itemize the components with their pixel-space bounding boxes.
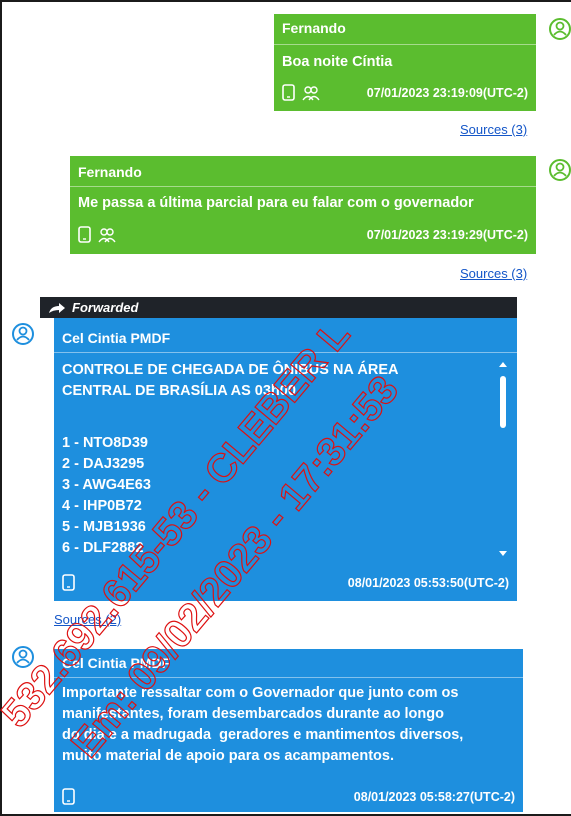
message-line: muito material de apoio para os acampame… <box>62 748 394 764</box>
group-icon <box>302 85 320 100</box>
message-sender: Fernando <box>282 20 346 36</box>
message-sender: Cel Cintia PMDF <box>62 330 171 346</box>
sources-link[interactable]: Sources (3) <box>460 266 527 281</box>
phone-icon <box>78 226 91 243</box>
phone-icon <box>282 84 295 101</box>
forwarded-label: Forwarded <box>72 300 139 315</box>
message-bubble-outgoing[interactable]: Fernando Me passa a última parcial para … <box>70 156 536 254</box>
message-line: Importante ressaltar com o Governador qu… <box>62 685 459 701</box>
avatar-icon <box>12 646 34 668</box>
message-line: 6 - DLF2882 <box>62 540 144 556</box>
forwarded-bar: Forwarded <box>40 297 517 318</box>
scroll-down-icon[interactable] <box>498 550 508 558</box>
group-icon <box>98 227 116 242</box>
message-timestamp: 08/01/2023 05:53:50(UTC-2) <box>347 575 509 590</box>
message-text-scroll: CONTROLE DE CHEGADA DE ÔNIBUS NA ÁREA CE… <box>62 360 482 570</box>
message-timestamp: 07/01/2023 23:19:09(UTC-2) <box>366 85 528 100</box>
message-line: 2 - DAJ3295 <box>62 456 145 472</box>
sources-link[interactable]: Sources (3) <box>460 122 527 137</box>
message-line: do dia e a madrugada geradores e mantime… <box>62 727 464 743</box>
forward-arrow-icon <box>49 302 65 313</box>
phone-icon <box>62 574 75 591</box>
message-sender: Fernando <box>78 164 142 180</box>
message-line: CONTROLE DE CHEGADA DE ÔNIBUS NA ÁREA <box>62 362 399 378</box>
message-line: 5 - MJB1936 <box>62 519 146 535</box>
message-line: 4 - IHP0B72 <box>62 498 142 514</box>
scroll-up-icon[interactable] <box>498 360 508 368</box>
message-text: Me passa a última parcial para eu falar … <box>78 195 474 211</box>
message-line: CENTRAL DE BRASÍLIA AS 03h00 <box>62 383 296 399</box>
message-line: manifestantes, foram desembarcados duran… <box>62 706 444 722</box>
message-sender: Cel Cintia PMDF <box>62 655 171 671</box>
message-bubble-outgoing[interactable]: Fernando Boa noite Cíntia 07/01/2023 23:… <box>274 14 536 111</box>
message-text: Boa noite Cíntia <box>282 54 393 70</box>
message-text: Importante ressaltar com o Governador qu… <box>62 683 517 767</box>
message-line <box>62 402 482 423</box>
message-line: 1 - NTO8D39 <box>62 435 148 451</box>
avatar-icon <box>12 323 34 345</box>
message-timestamp: 08/01/2023 05:58:27(UTC-2) <box>353 789 515 804</box>
message-bubble-incoming[interactable]: Cel Cintia PMDF CONTROLE DE CHEGADA DE Ô… <box>54 318 517 601</box>
avatar-icon <box>549 18 571 40</box>
phone-icon <box>62 788 75 805</box>
message-line: 3 - AWG4E63 <box>62 477 151 493</box>
sources-link[interactable]: Sources (2) <box>54 612 121 627</box>
avatar-icon <box>549 159 571 181</box>
message-timestamp: 07/01/2023 23:19:29(UTC-2) <box>366 227 528 242</box>
scrollbar-thumb[interactable] <box>500 376 506 428</box>
message-bubble-incoming[interactable]: Cel Cintia PMDF Importante ressaltar com… <box>54 649 523 812</box>
